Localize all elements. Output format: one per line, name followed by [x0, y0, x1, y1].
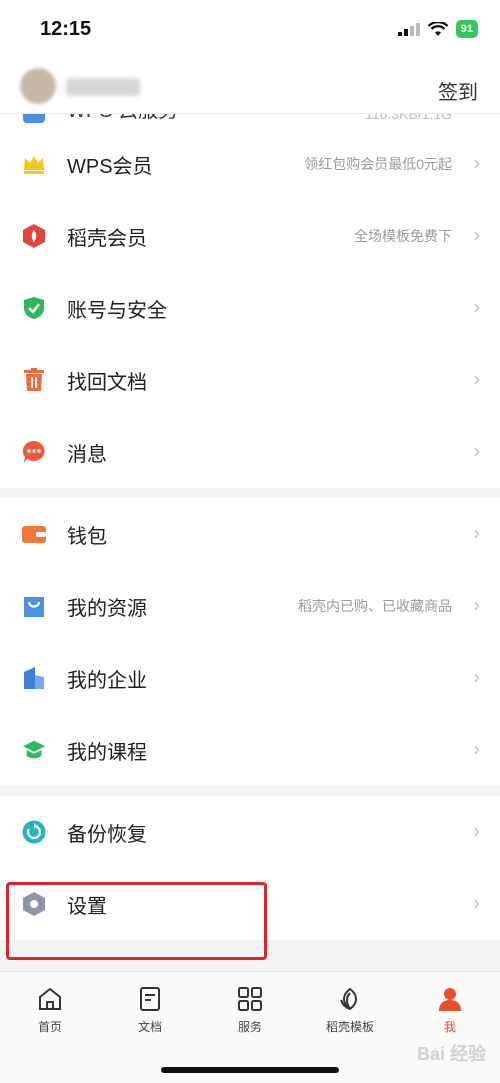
menu-item-label: 账号与安全 [67, 299, 167, 322]
menu-list[interactable]: WPS 云服务 116.3KB/1.1G WPS会员 领红包购会员最低0元起 ›… [0, 114, 500, 971]
home-indicator [161, 1067, 339, 1073]
username-blurred [66, 78, 140, 96]
cloud-icon [22, 114, 46, 128]
tab-label: 服务 [237, 1020, 262, 1034]
bag-icon [22, 594, 46, 618]
menu-item-backup-restore[interactable]: 备份恢复 › [0, 796, 500, 868]
menu-item-label: WPS 云服务 [67, 114, 178, 123]
wifi-icon [427, 21, 448, 36]
menu-item-label: 消息 [67, 443, 107, 466]
docer-shield-icon [22, 224, 46, 248]
settings-hexagon-icon [22, 892, 46, 916]
menu-group-system: 备份恢复 › 设置 › [0, 796, 500, 940]
status-bar: 12:15 91 [0, 0, 500, 62]
chevron-right-icon: › [473, 892, 480, 915]
watermark: Bai 经验 [416, 1044, 486, 1064]
chevron-right-icon: › [473, 522, 480, 545]
menu-item-subtext: 稻壳内已购、已收藏商品 [298, 598, 452, 614]
menu-item-subtext: 领红包购会员最低0元起 [304, 156, 452, 172]
avatar[interactable] [20, 68, 56, 104]
wallet-icon [22, 522, 46, 546]
tab-services[interactable]: 服务 [200, 984, 300, 1035]
chevron-right-icon: › [473, 224, 480, 247]
menu-item-label: 设置 [67, 895, 107, 918]
menu-group-assets: 钱包 › 我的资源 稻壳内已购、已收藏商品 › 我的企业 › 我的课程 › [0, 498, 500, 786]
menu-item-label: 稻壳会员 [67, 227, 147, 250]
tab-label: 我 [443, 1020, 456, 1034]
menu-item-my-resources[interactable]: 我的资源 稻壳内已购、已收藏商品 › [0, 570, 500, 642]
chevron-right-icon: › [473, 368, 480, 391]
tab-label: 首页 [37, 1020, 62, 1034]
person-icon [439, 988, 461, 1011]
menu-item-messages[interactable]: 消息 › [0, 416, 500, 488]
menu-item-label: WPS会员 [67, 155, 153, 178]
crown-icon [22, 152, 46, 176]
menu-item-label: 我的课程 [67, 741, 147, 764]
menu-item-docer-member[interactable]: 稻壳会员 全场模板免费下 › [0, 200, 500, 272]
tab-home[interactable]: 首页 [0, 984, 100, 1035]
chevron-right-icon: › [473, 666, 480, 689]
chevron-right-icon: › [473, 440, 480, 463]
menu-item-my-enterprise[interactable]: 我的企业 › [0, 642, 500, 714]
profile-header: 签到 [0, 62, 500, 114]
checkin-button[interactable]: 签到 [438, 76, 478, 105]
graduation-cap-icon [22, 738, 46, 762]
menu-item-label: 钱包 [67, 525, 107, 548]
leaf-icon [340, 987, 357, 1011]
menu-group-account: WPS 云服务 116.3KB/1.1G WPS会员 领红包购会员最低0元起 ›… [0, 114, 500, 488]
tab-label: 文档 [137, 1020, 162, 1034]
shield-check-icon [22, 296, 46, 320]
menu-item-subtext: 全场模板免费下 [354, 228, 452, 244]
grid-icon [238, 987, 262, 1011]
document-icon [140, 987, 160, 1011]
menu-item-settings[interactable]: 设置 › [0, 868, 500, 940]
trash-icon [22, 368, 46, 392]
menu-item-label: 我的企业 [67, 669, 147, 692]
message-icon [22, 440, 46, 464]
menu-item-label: 备份恢复 [67, 823, 147, 846]
building-icon [22, 666, 46, 690]
menu-item-subtext: 116.3KB/1.1G [365, 114, 452, 122]
tab-docer-templates[interactable]: 稻壳模板 [300, 984, 400, 1035]
menu-item-recover-docs[interactable]: 找回文档 › [0, 344, 500, 416]
group-divider [0, 488, 500, 498]
menu-item-account-security[interactable]: 账号与安全 › [0, 272, 500, 344]
home-icon [39, 987, 61, 1010]
menu-item-wallet[interactable]: 钱包 › [0, 498, 500, 570]
menu-item-cloud-service[interactable]: WPS 云服务 116.3KB/1.1G [0, 114, 500, 128]
chevron-right-icon: › [473, 820, 480, 843]
group-divider [0, 786, 500, 796]
menu-item-wps-member[interactable]: WPS会员 领红包购会员最低0元起 › [0, 128, 500, 200]
tab-me[interactable]: 我 [400, 984, 500, 1035]
menu-item-my-courses[interactable]: 我的课程 › [0, 714, 500, 786]
chevron-right-icon: › [473, 296, 480, 319]
status-icons: 91 [397, 20, 478, 38]
battery-indicator: 91 [455, 20, 478, 38]
tab-label: 稻壳模板 [325, 1020, 374, 1034]
tab-documents[interactable]: 文档 [100, 984, 200, 1035]
backup-icon [22, 820, 46, 844]
status-time: 12:15 [40, 18, 92, 40]
signal-icon [397, 23, 420, 36]
menu-item-label: 我的资源 [67, 597, 147, 620]
chevron-right-icon: › [473, 152, 480, 175]
chevron-right-icon: › [473, 594, 480, 617]
chevron-right-icon: › [473, 738, 480, 761]
menu-item-label: 找回文档 [67, 371, 147, 394]
